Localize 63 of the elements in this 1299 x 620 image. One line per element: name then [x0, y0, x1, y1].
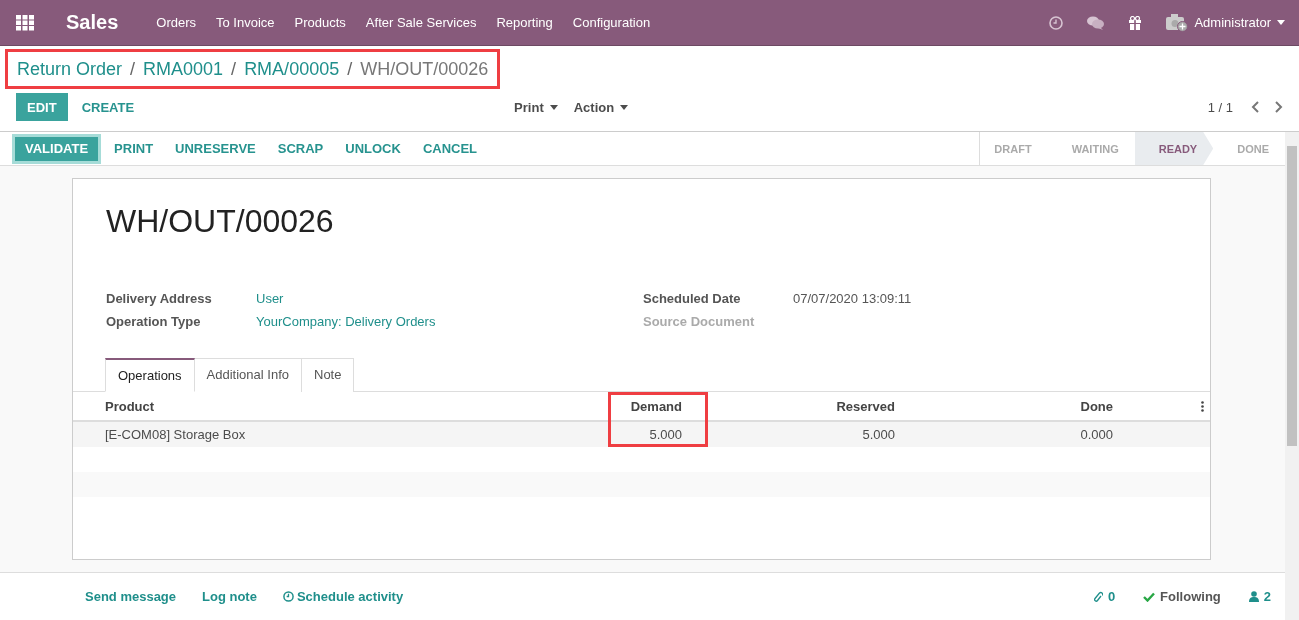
field-label: Operation Type [106, 314, 202, 329]
menu-item[interactable]: Reporting [486, 15, 563, 30]
user-icon [1248, 591, 1259, 602]
status-stage[interactable]: READY [1134, 132, 1214, 165]
pager-value: 1 / 1 [1207, 99, 1233, 115]
chatter-link[interactable]: Log note [202, 589, 257, 604]
kebab-menu-icon[interactable] [1201, 400, 1204, 412]
chatter-link[interactable]: Schedule activity [282, 589, 404, 604]
breadcrumb-separator: / [231, 58, 237, 80]
toolbar-button[interactable]: CREATE [67, 93, 149, 121]
breadcrumb-item[interactable]: RMA0001 [143, 58, 224, 80]
follow-status[interactable]: Following [1160, 589, 1221, 604]
menu-item[interactable]: After Sale Services [355, 15, 487, 30]
dropdown-button[interactable]: Print [514, 99, 558, 115]
clock-icon [282, 591, 294, 602]
tab[interactable]: Additional Info [194, 358, 302, 392]
next-icon[interactable] [1275, 101, 1283, 113]
previous-icon[interactable] [1251, 101, 1259, 113]
caret-icon [620, 104, 629, 110]
header-button[interactable]: UNLOCK [334, 134, 412, 163]
table-cell: [E-COM08] Storage Box [73, 422, 608, 447]
field-label: Delivery Address [106, 291, 213, 306]
scrollbar[interactable] [1285, 132, 1299, 620]
record-title: WH/OUT/00026 [105, 202, 335, 241]
breadcrumb-item[interactable]: Return Order [17, 58, 123, 80]
toolbar-button[interactable]: EDIT [16, 93, 68, 121]
menu-item[interactable]: Products [284, 15, 356, 30]
dropdown-button[interactable]: Action [573, 99, 629, 115]
tab[interactable]: Operations [105, 358, 195, 392]
field-link[interactable]: YourCompany: Delivery Orders [256, 314, 643, 329]
header-button[interactable]: PRINT [103, 134, 165, 163]
header-button[interactable]: CANCEL [411, 134, 489, 163]
clock-icon[interactable] [1049, 15, 1064, 30]
check-icon [1143, 591, 1156, 602]
menu-item[interactable]: Configuration [562, 15, 661, 30]
header-button[interactable]: VALIDATE [14, 135, 100, 162]
field-value: 07/07/2020 13:09:11 [793, 291, 912, 306]
table-cell: 5.000 [708, 422, 921, 447]
breadcrumb-separator: / [130, 58, 136, 80]
avatar-camera-icon [1166, 13, 1189, 32]
field-label: Scheduled Date [643, 291, 742, 306]
field-link[interactable]: User [256, 291, 643, 306]
chatter-link[interactable]: Send message [85, 589, 177, 604]
chat-icon[interactable] [1087, 15, 1105, 30]
header-button[interactable]: UNRESERVE [164, 134, 267, 163]
caret-icon [1277, 20, 1285, 25]
menu-item[interactable]: Orders [146, 15, 206, 30]
header-button[interactable]: SCRAP [266, 134, 335, 163]
breadcrumb-item: WH/OUT/00026 [360, 58, 489, 80]
caret-icon [549, 104, 558, 110]
paperclip-icon [1093, 590, 1103, 603]
field-label: Source Document [643, 314, 756, 329]
menu-item[interactable]: To Invoice [206, 15, 285, 30]
app-title: Sales [66, 11, 119, 34]
user-name[interactable]: Administrator [1194, 15, 1271, 30]
gift-icon[interactable] [1128, 15, 1143, 30]
breadcrumb-item[interactable]: RMA/00005 [244, 58, 340, 80]
attachment-count[interactable]: 0 [1107, 589, 1116, 604]
table-cell: 0.000 [921, 422, 1139, 447]
tab[interactable]: Note [302, 358, 355, 392]
follower-count[interactable]: 2 [1263, 589, 1271, 604]
breadcrumb-separator: / [347, 58, 353, 80]
apps-menu-icon[interactable] [16, 14, 34, 31]
